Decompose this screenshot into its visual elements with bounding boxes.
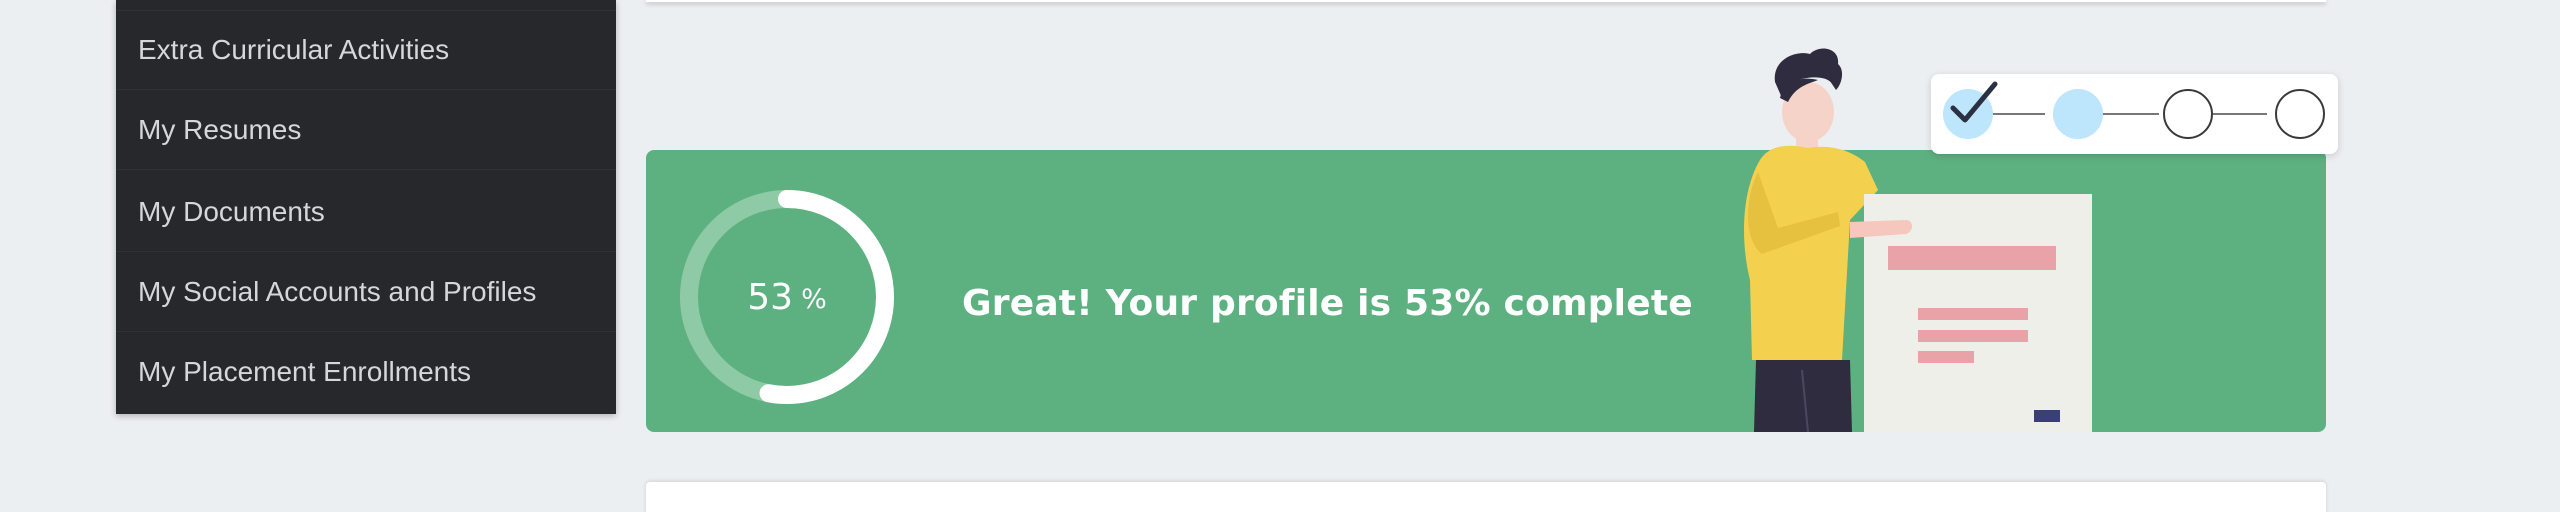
step-4-pending[interactable] [2275,89,2325,139]
sidebar-item-label: My Placement Enrollments [138,356,472,387]
document-heading [1888,246,2056,270]
sidebar-item-my-placement-enrollments[interactable]: My Placement Enrollments [116,332,616,412]
sidebar-item-my-resumes[interactable]: My Resumes [116,90,616,170]
document-stamp [2034,410,2060,422]
progress-value: 53 % [676,186,898,408]
step-connector [2101,113,2159,115]
sidebar-item-label: My Resumes [138,114,302,145]
document-line [1918,330,2028,342]
progress-percent-sign: % [801,283,827,315]
sidebar-item-label: Extra Curricular Activities [138,34,450,65]
sidebar-item-my-documents[interactable]: My Documents [116,172,616,252]
progress-percent-number: 53 [747,276,794,318]
sidebar-nav: Extra Curricular Activities My Resumes M… [116,0,616,414]
next-card [646,482,2326,512]
steps-progress-card [1931,74,2338,154]
step-connector [2213,113,2267,115]
sidebar-item-label: My Social Accounts and Profiles [138,276,537,307]
document-line [1918,351,1974,363]
check-icon [1950,81,1998,123]
sidebar-item-extra-curricular-activities[interactable]: Extra Curricular Activities [116,10,616,90]
profile-completion-message: Great! Your profile is 53% complete [962,283,1693,324]
top-card [646,0,2326,2]
sidebar-item-my-social-accounts[interactable]: My Social Accounts and Profiles [116,252,616,332]
document-line [1918,308,2028,320]
step-3-pending[interactable] [2163,89,2213,139]
sidebar-item-label: My Documents [138,196,325,227]
step-2-current[interactable] [2053,89,2103,139]
